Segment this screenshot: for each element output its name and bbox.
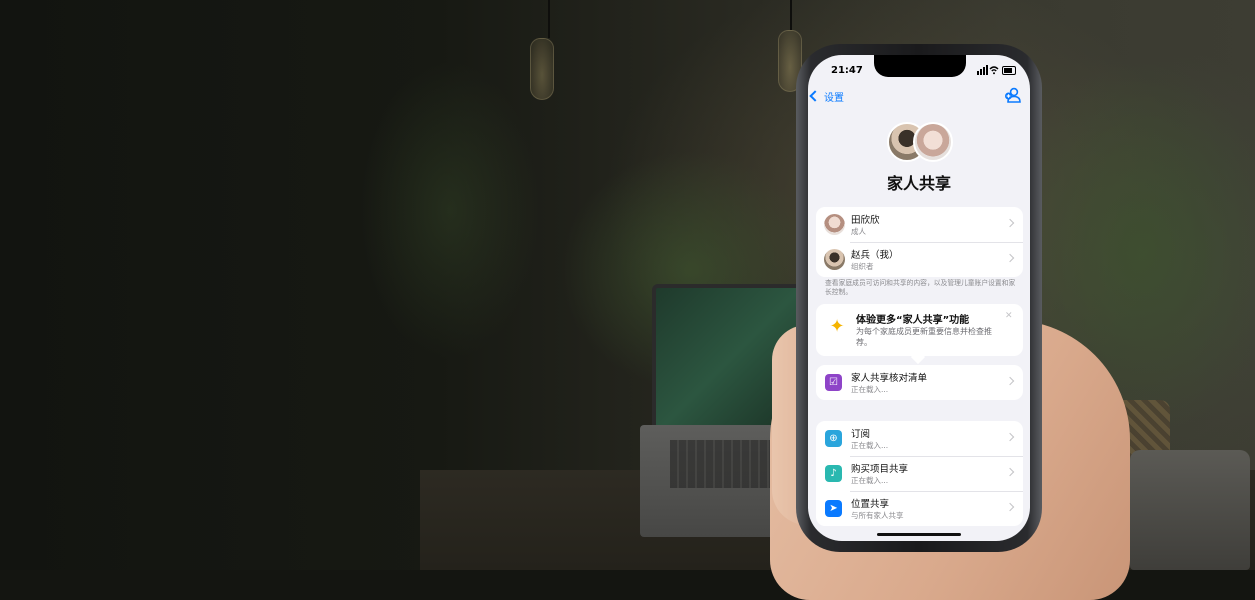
feature-title: 购买项目共享 xyxy=(851,464,909,475)
notch xyxy=(874,55,966,77)
members-card: 田欣欣 成人 赵兵（我） 组织者 xyxy=(816,207,1023,277)
back-button[interactable]: 设置 xyxy=(809,88,844,104)
member-row[interactable]: 赵兵（我） 组织者 xyxy=(816,242,1023,277)
checklist-row[interactable]: ☑ 家人共享核对清单 正在载入... xyxy=(816,365,1023,400)
battery-icon xyxy=(1002,66,1016,75)
checklist-status: 正在载入... xyxy=(851,385,889,394)
member-role: 成人 xyxy=(851,227,866,236)
close-icon[interactable]: ✕ xyxy=(1005,311,1013,321)
subscription-icon: ⊕ xyxy=(825,430,842,447)
member-row[interactable]: 田欣欣 成人 xyxy=(816,207,1023,242)
wifi-icon xyxy=(989,66,999,75)
members-footnote: 查看家庭成员可访问和共享的内容，以及管理儿童账户设置和家长控制。 xyxy=(825,279,1016,296)
checklist-card: ☑ 家人共享核对清单 正在载入... xyxy=(816,365,1023,400)
promo-body: 为每个家庭成员更新重要信息并检查推荐。 xyxy=(856,327,992,347)
feature-status: 正在载入... xyxy=(851,441,889,450)
chevron-right-icon xyxy=(1005,432,1015,442)
checklist-title: 家人共享核对清单 xyxy=(851,373,928,384)
signal-icon xyxy=(977,71,979,75)
back-label: 设置 xyxy=(824,92,844,104)
purchase-sharing-icon: ♪ xyxy=(825,465,842,482)
location-icon: ➤ xyxy=(825,500,842,517)
home-indicator[interactable] xyxy=(877,533,961,536)
chevron-right-icon xyxy=(1005,467,1015,477)
feature-row-location[interactable]: ➤ 位置共享 与所有家人共享 xyxy=(816,491,1023,526)
hanging-bulb xyxy=(530,38,554,100)
chevron-right-icon xyxy=(1005,376,1015,386)
chevron-right-icon xyxy=(1005,253,1015,263)
checklist-icon: ☑ xyxy=(825,374,842,391)
member-role: 组织者 xyxy=(851,262,874,271)
status-time: 21:47 xyxy=(831,65,863,76)
feature-status: 与所有家人共享 xyxy=(851,511,904,520)
sparkles-icon: ✦ xyxy=(829,316,845,337)
avatar xyxy=(824,249,845,270)
signal-icon xyxy=(986,65,988,75)
feature-row-subscriptions[interactable]: ⊕ 订阅 正在载入... xyxy=(816,421,1023,456)
feature-status: 正在载入... xyxy=(851,476,889,485)
promo-title: 体验更多“家人共享”功能 xyxy=(856,315,970,326)
features-card: ⊕ 订阅 正在载入... ♪ 购买项目共享 正在载入... ➤ 位置共享 与所有… xyxy=(816,421,1023,526)
member-name: 赵兵（我） xyxy=(851,250,899,261)
avatar xyxy=(824,214,845,235)
status-icons xyxy=(977,64,1017,76)
add-member-icon[interactable] xyxy=(1004,87,1022,103)
page-title: 家人共享 xyxy=(886,174,951,193)
lamp-cord xyxy=(548,0,550,38)
feature-title: 订阅 xyxy=(851,429,871,440)
feature-title: 位置共享 xyxy=(851,499,890,510)
lamp-cord xyxy=(790,0,792,30)
chevron-left-icon xyxy=(809,90,821,102)
family-avatar xyxy=(913,122,953,162)
chevron-right-icon xyxy=(1005,502,1015,512)
feature-row-purchase-sharing[interactable]: ♪ 购买项目共享 正在载入... xyxy=(816,456,1023,491)
plant-foliage xyxy=(360,60,540,360)
plant-pot xyxy=(1130,450,1250,570)
signal-icon xyxy=(983,67,985,75)
member-name: 田欣欣 xyxy=(851,215,880,226)
signal-icon xyxy=(980,69,982,75)
chevron-right-icon xyxy=(1005,218,1015,228)
